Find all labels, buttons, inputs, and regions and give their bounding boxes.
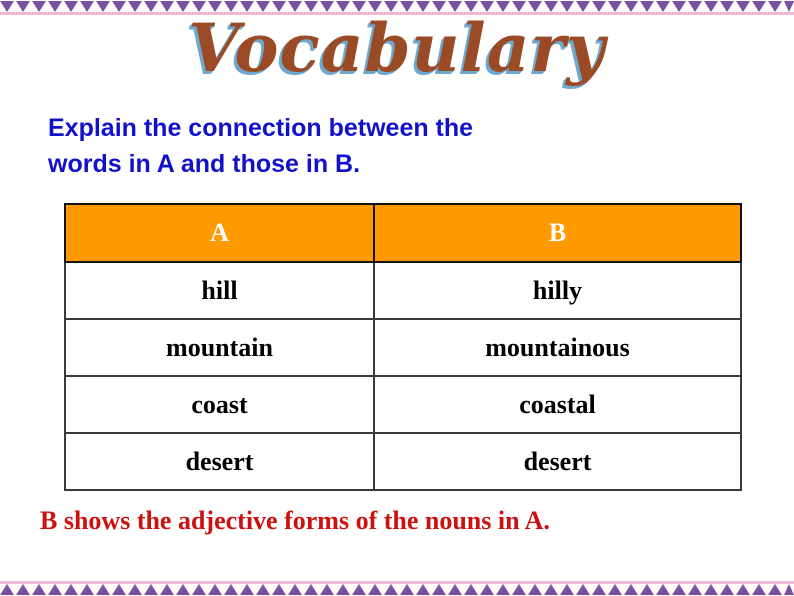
instruction-line-1: Explain the connection between the [48,114,474,142]
table-header-row: A B [64,203,742,263]
cell-adjective: mountainous [373,318,742,377]
column-header-b: B [373,203,742,263]
page-title: Vocabulary [188,9,606,87]
table-row: desert desert [64,432,742,491]
slide-canvas: Vocabulary Explain the connection betwee… [0,0,794,596]
cell-adjective: coastal [373,375,742,434]
column-header-a: A [64,203,375,263]
table-row: coast coastal [64,375,742,434]
slide-title-container: Vocabulary [0,9,794,87]
instruction-line-2: words in A and those in B. [48,150,361,179]
zigzag-border-bottom-icon [0,578,794,596]
table-row: hill hilly [64,261,742,320]
table-body: hill hilly mountain mountainous coast co… [64,261,742,491]
cell-noun: hill [64,261,375,320]
vocabulary-table: A B hill hilly mountain mountainous coas… [64,203,742,491]
cell-noun: mountain [64,318,375,377]
instruction-text: Explain the connection between the words… [48,110,748,183]
answer-note: B shows the adjective forms of the nouns… [40,506,550,535]
cell-adjective: hilly [373,261,742,320]
cell-adjective: desert [373,432,742,491]
table-header: A B [64,203,742,263]
cell-noun: desert [64,432,375,491]
zigzag-border-top-icon [0,0,794,18]
cell-noun: coast [64,375,375,434]
table-row: mountain mountainous [64,318,742,377]
